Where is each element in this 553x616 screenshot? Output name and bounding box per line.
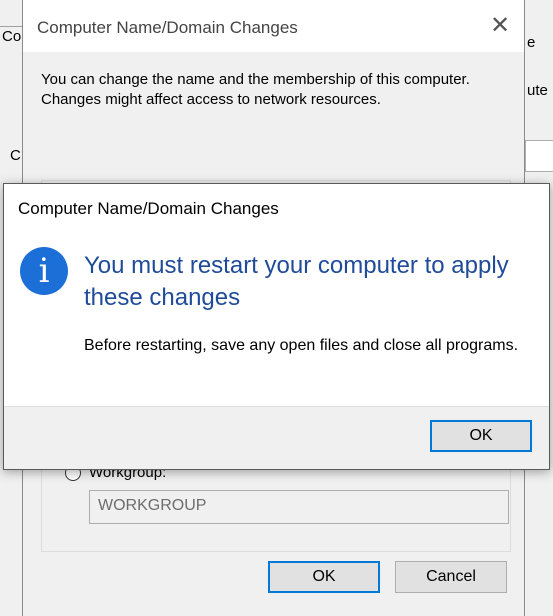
info-icon: i [20, 247, 68, 295]
cancel-button[interactable]: Cancel [395, 561, 507, 593]
dialog-description: You can change the name and the membersh… [41, 71, 470, 108]
background-divider [0, 26, 22, 27]
restart-main-message: You must restart your computer to apply … [84, 252, 509, 311]
background-text-fragment-left: C [10, 147, 21, 164]
restart-dialog-footer: OK [4, 406, 549, 469]
restart-ok-button[interactable]: OK [430, 420, 532, 452]
restart-dialog-title: Computer Name/Domain Changes [18, 199, 279, 218]
dialog-title: Computer Name/Domain Changes [37, 18, 298, 37]
background-field [525, 140, 553, 172]
restart-dialog: Computer Name/Domain Changes i You must … [3, 183, 550, 470]
background-text-fragment: ute [527, 82, 548, 99]
ok-button[interactable]: OK [268, 561, 380, 593]
restart-sub-message: Before restarting, save any open files a… [84, 337, 519, 354]
close-icon[interactable]: ✕ [486, 12, 514, 40]
workgroup-input[interactable]: WORKGROUP [89, 490, 509, 524]
background-tab-fragment: Co [2, 28, 22, 45]
dialog-titlebar: Computer Name/Domain Changes ✕ [23, 0, 524, 52]
background-tab-fragment-right: e [527, 34, 536, 51]
